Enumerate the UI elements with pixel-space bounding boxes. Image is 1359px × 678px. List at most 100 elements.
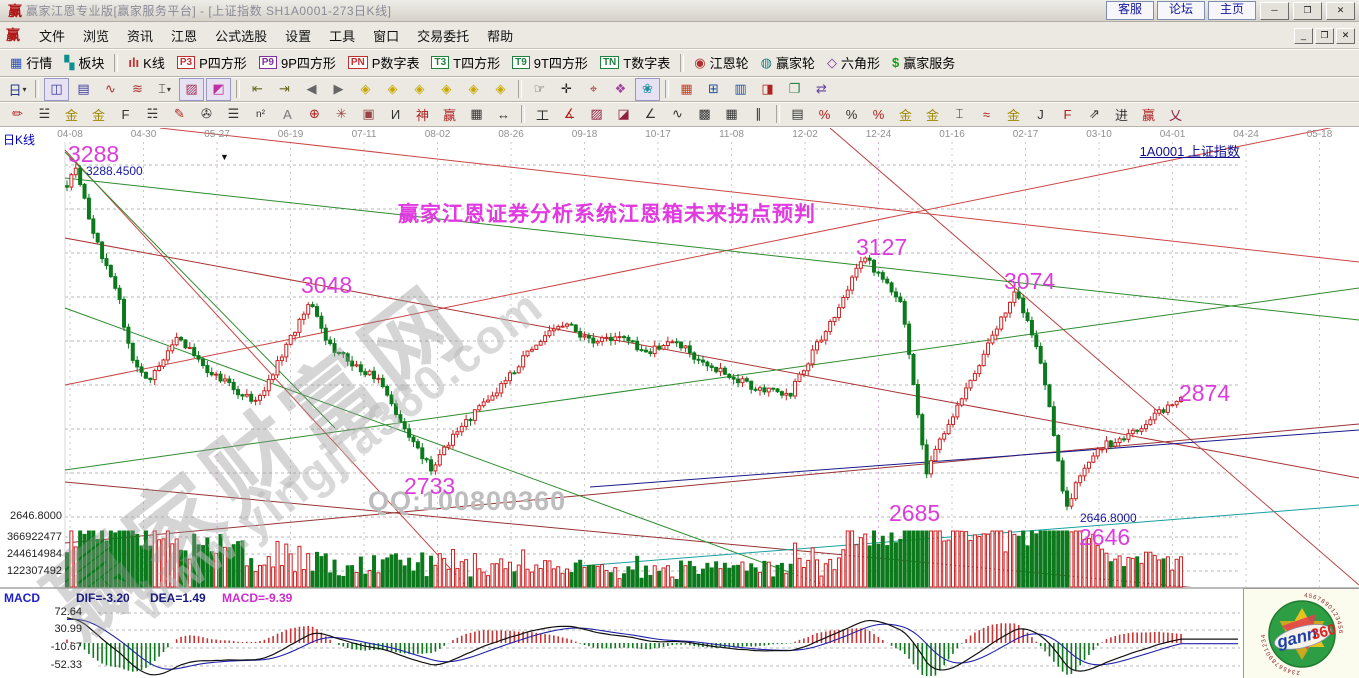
icon-calculator-tool[interactable]: ⊞	[701, 78, 726, 101]
icon-percent-retrace[interactable]: %	[812, 103, 837, 126]
icon-step-advance[interactable]: 进	[1109, 103, 1134, 126]
icon-trade-diary[interactable]: ▥	[728, 78, 753, 101]
icon-zigzag[interactable]: ∿	[665, 103, 690, 126]
icon-trend-color-chart[interactable]: ◩	[206, 78, 231, 101]
icon-j-line[interactable]: J	[1028, 103, 1053, 126]
icon-save-disk[interactable]: ◨	[755, 78, 780, 101]
icon-percent-table[interactable]: ▤	[785, 103, 810, 126]
icon-wave-band[interactable]: ≈	[974, 103, 999, 126]
icon-period-daily-dropdown[interactable]: 日▾	[5, 78, 30, 101]
icon-fib-ladder[interactable]: F	[113, 103, 138, 126]
menu-item-文件[interactable]: 文件	[30, 24, 74, 47]
toolbar-item-kline-chart[interactable]: ılıK线	[122, 51, 171, 74]
icon-smart-assist[interactable]: ❀	[635, 78, 660, 101]
icon-vol-profile[interactable]: ⌶	[947, 103, 972, 126]
menu-item-江恩[interactable]: 江恩	[162, 24, 206, 47]
icon-winner-gann[interactable]: 赢	[437, 103, 462, 126]
icon-next-bar[interactable]: ▶	[326, 78, 351, 101]
icon-ma-line-9[interactable]: ≋	[125, 78, 150, 101]
icon-shaded-box[interactable]: ◪	[611, 103, 636, 126]
icon-percent-line[interactable]: %	[866, 103, 891, 126]
icon-mirror-fold[interactable]: A	[275, 103, 300, 126]
close-button[interactable]: ✕	[1326, 2, 1355, 20]
chart-dropdown-caret[interactable]: ▼	[220, 152, 229, 162]
icon-speed-line[interactable]: ⇗	[1082, 103, 1107, 126]
icon-pan-right-diamond[interactable]: ◈	[380, 78, 405, 101]
menu-item-资讯[interactable]: 资讯	[118, 24, 162, 47]
menu-item-工具[interactable]: 工具	[320, 24, 364, 47]
icon-grid-129[interactable]: ▦	[464, 103, 489, 126]
icon-square-spiral[interactable]: ▣	[356, 103, 381, 126]
icon-pan-hand[interactable]: ☞	[527, 78, 552, 101]
menu-item-交易委托[interactable]: 交易委托	[408, 24, 478, 47]
icon-gold-slash[interactable]: 金	[1001, 103, 1026, 126]
icon-measure-pin[interactable]: ⌖	[581, 78, 606, 101]
icon-info-note[interactable]: ▤	[71, 78, 96, 101]
icon-ladder-tool[interactable]: ☱	[32, 103, 57, 126]
child-close-button[interactable]: ✕	[1336, 28, 1355, 44]
icon-gann-box-mode[interactable]: ▨	[179, 78, 204, 101]
icon-cross-mark[interactable]: 乂	[1163, 103, 1188, 126]
icon-time-cycle-wheel[interactable]: ✇	[194, 103, 219, 126]
toolbar-item-nine-p-square[interactable]: P99P四方形	[253, 51, 342, 74]
icon-five-wave[interactable]: ☵	[140, 103, 165, 126]
icon-export-picture[interactable]: ❐	[782, 78, 807, 101]
menu-item-浏览[interactable]: 浏览	[74, 24, 118, 47]
icon-magic-gann[interactable]: 神	[410, 103, 435, 126]
icon-prev-bar[interactable]: ◀	[299, 78, 324, 101]
service-button-1[interactable]: 论坛	[1157, 1, 1205, 20]
icon-f-line[interactable]: F	[1055, 103, 1080, 126]
icon-n-swing[interactable]: И	[383, 103, 408, 126]
icon-price-ladder[interactable]: ☰	[221, 103, 246, 126]
icon-last-bar[interactable]: ⇥	[272, 78, 297, 101]
icon-square-of-nine[interactable]: n²	[248, 103, 273, 126]
icon-expand-v-diamond[interactable]: ◈	[461, 78, 486, 101]
toolbar-item-nine-t-square[interactable]: T99T四方形	[506, 51, 594, 74]
icon-gold-section-line[interactable]: 金	[920, 103, 945, 126]
icon-fan-lines[interactable]: ∡	[557, 103, 582, 126]
icon-data-download[interactable]: ⇄	[809, 78, 834, 101]
service-button-0[interactable]: 客服	[1106, 1, 1154, 20]
icon-gold-ladder[interactable]: 金	[59, 103, 84, 126]
menu-item-公式选股[interactable]: 公式选股	[206, 24, 276, 47]
toolbar-item-p-number-table[interactable]: PNP数字表	[342, 51, 426, 74]
child-minimize-button[interactable]: _	[1294, 28, 1313, 44]
minimize-button[interactable]: ─	[1260, 2, 1289, 20]
toolbar-item-market-quotes[interactable]: ▦行情	[4, 51, 58, 74]
icon-i-beam-tool[interactable]: 工	[530, 103, 555, 126]
icon-compress-h-diamond[interactable]: ◈	[407, 78, 432, 101]
menu-item-窗口[interactable]: 窗口	[364, 24, 408, 47]
toolbar-item-sector-blocks[interactable]: ▚板块	[58, 51, 110, 74]
icon-first-bar[interactable]: ⇤	[245, 78, 270, 101]
icon-expand-h-diamond[interactable]: ◈	[434, 78, 459, 101]
icon-win-zone[interactable]: 赢	[1136, 103, 1161, 126]
toolbar-item-t-number-table[interactable]: TNT数字表	[594, 51, 676, 74]
icon-gold-section-circle[interactable]: 金	[893, 103, 918, 126]
toolbar-item-winner-service[interactable]: $赢家服务	[886, 51, 961, 74]
child-restore-button[interactable]: ❐	[1315, 28, 1334, 44]
icon-parallel-channel[interactable]: ∥	[746, 103, 771, 126]
toolbar-item-winner-wheel[interactable]: ◍赢家轮	[755, 51, 821, 74]
icon-single-candle-dropdown[interactable]: ⌶▾	[152, 78, 177, 101]
icon-pan-left-diamond[interactable]: ◈	[353, 78, 378, 101]
menu-item-帮助[interactable]: 帮助	[478, 24, 522, 47]
icon-ray-star[interactable]: ✳	[329, 103, 354, 126]
restore-button[interactable]: ❐	[1293, 2, 1322, 20]
icon-gift-tool[interactable]: ❖	[608, 78, 633, 101]
icon-calendar-tool[interactable]: ▦	[674, 78, 699, 101]
icon-percent-tool[interactable]: %	[839, 103, 864, 126]
service-button-2[interactable]: 主页	[1208, 1, 1256, 20]
menu-item-设置[interactable]: 设置	[276, 24, 320, 47]
icon-gann-compass[interactable]: ⊕	[302, 103, 327, 126]
icon-trend-angle[interactable]: ∠	[638, 103, 663, 126]
icon-crosshair-cursor[interactable]: ✛	[554, 78, 579, 101]
icon-expand-all-diamond[interactable]: ◈	[488, 78, 513, 101]
icon-paint-brush[interactable]: ✎	[167, 103, 192, 126]
toolbar-item-p-square[interactable]: P3P四方形	[171, 51, 253, 74]
toolbar-item-t-square[interactable]: T3T四方形	[425, 51, 506, 74]
icon-gold-ladder-alt[interactable]: 金	[86, 103, 111, 126]
icon-pattern-window[interactable]: ◫	[44, 78, 69, 101]
icon-ma-line-3[interactable]: ∿	[98, 78, 123, 101]
icon-dense-grid[interactable]: ▩	[692, 103, 717, 126]
icon-red-brush[interactable]: ✏	[5, 103, 30, 126]
